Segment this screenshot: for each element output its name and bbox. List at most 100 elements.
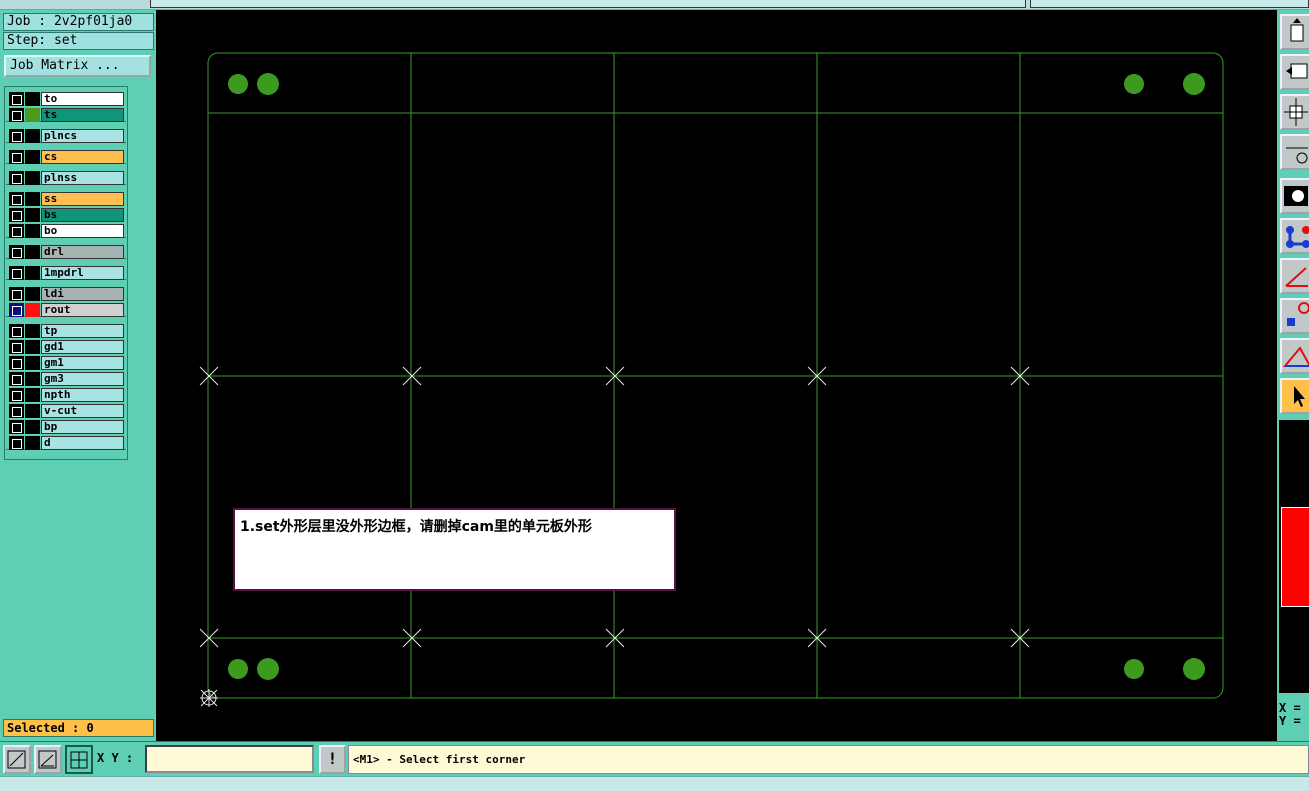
top-view-tool[interactable] (1280, 14, 1309, 50)
layer-color-swatch[interactable] (25, 388, 40, 402)
layer-checkbox[interactable] (9, 192, 24, 206)
layer-row-bp[interactable]: bp (8, 419, 126, 434)
layer-checkbox[interactable] (9, 92, 24, 106)
layer-row-v-cut[interactable]: v-cut (8, 403, 126, 418)
layer-name[interactable]: ldi (41, 287, 124, 301)
select-feature-tool[interactable] (1280, 178, 1309, 214)
layer-checkbox[interactable] (9, 150, 24, 164)
layer-name[interactable]: gm3 (41, 372, 124, 386)
layer-checkbox[interactable] (9, 245, 24, 259)
mini-map[interactable] (1277, 420, 1309, 693)
xy-input[interactable] (145, 745, 314, 773)
layer-color-swatch[interactable] (25, 171, 40, 185)
pointer-tool[interactable] (1280, 378, 1309, 414)
layer-name[interactable]: d (41, 436, 124, 450)
zoom-diagonal-button[interactable] (3, 745, 31, 774)
layer-checkbox[interactable] (9, 287, 24, 301)
layer-color-swatch[interactable] (25, 303, 40, 317)
layer-color-swatch[interactable] (25, 356, 40, 370)
layer-row-tp[interactable]: tp (8, 323, 126, 338)
layer-color-swatch[interactable] (25, 224, 40, 238)
layer-name[interactable]: rout (41, 303, 124, 317)
layer-color-swatch[interactable] (25, 192, 40, 206)
layer-row-1mpdrl[interactable]: 1mpdrl (8, 265, 126, 280)
layer-row-npth[interactable]: npth (8, 387, 126, 402)
layer-row-ss[interactable]: ss (8, 191, 126, 206)
layer-row-bo[interactable]: bo (8, 223, 126, 238)
layer-checkbox[interactable] (9, 224, 24, 238)
layer-checkbox[interactable] (9, 324, 24, 338)
layer-row-bs[interactable]: bs (8, 207, 126, 222)
layer-color-swatch[interactable] (25, 266, 40, 280)
layer-checkbox[interactable] (9, 129, 24, 143)
job-matrix-button[interactable]: Job Matrix ... (4, 55, 151, 77)
layer-color-swatch[interactable] (25, 150, 40, 164)
layer-checkbox[interactable] (9, 266, 24, 280)
layer-row-plncs[interactable]: plncs (8, 128, 126, 143)
layer-checkbox[interactable] (9, 208, 24, 222)
layer-checkbox[interactable] (9, 420, 24, 434)
layer-row-drl[interactable]: drl (8, 244, 126, 259)
layer-row-rout[interactable]: rout (8, 302, 126, 317)
layer-row-cs[interactable]: cs (8, 149, 126, 164)
move-tool[interactable] (1280, 298, 1309, 334)
layer-checkbox[interactable] (9, 372, 24, 386)
pan-left-tool[interactable] (1280, 54, 1309, 90)
layer-row-d[interactable]: d (8, 435, 126, 450)
net-tool[interactable] (1280, 218, 1309, 254)
layer-color-swatch[interactable] (25, 208, 40, 222)
layer-checkbox[interactable] (9, 436, 24, 450)
layer-checkbox[interactable] (9, 404, 24, 418)
layer-color-swatch[interactable] (25, 436, 40, 450)
layer-name[interactable]: bs (41, 208, 124, 222)
layer-row-gm1[interactable]: gm1 (8, 355, 126, 370)
measure-tool[interactable] (1280, 134, 1309, 170)
layer-name[interactable]: plnss (41, 171, 124, 185)
layer-color-swatch[interactable] (25, 404, 40, 418)
layer-row-ldi[interactable]: ldi (8, 286, 126, 301)
layer-color-swatch[interactable] (25, 245, 40, 259)
grid-snap-button[interactable] (65, 745, 93, 774)
layer-row-gd1[interactable]: gd1 (8, 339, 126, 354)
layer-name[interactable]: tp (41, 324, 124, 338)
layer-checkbox[interactable] (9, 388, 24, 402)
layer-name[interactable]: gd1 (41, 340, 124, 354)
layer-name[interactable]: bo (41, 224, 124, 238)
layer-color-swatch[interactable] (25, 287, 40, 301)
layer-color-swatch[interactable] (25, 420, 40, 434)
layer-name[interactable]: ts (41, 108, 124, 122)
layer-name[interactable]: bp (41, 420, 124, 434)
angle-tool[interactable] (1280, 338, 1309, 374)
snap-angle-button[interactable] (34, 745, 62, 774)
line-tool[interactable] (1280, 258, 1309, 294)
layer-row-gm3[interactable]: gm3 (8, 371, 126, 386)
layer-color-swatch[interactable] (25, 108, 40, 122)
layer-row-to[interactable]: to (8, 91, 126, 106)
layer-name[interactable]: plncs (41, 129, 124, 143)
layer-name[interactable]: v-cut (41, 404, 124, 418)
layer-checkbox[interactable] (9, 356, 24, 370)
fit-view-tool[interactable] (1280, 94, 1309, 130)
layer-color-swatch[interactable] (25, 372, 40, 386)
layer-name[interactable]: npth (41, 388, 124, 402)
graphic-canvas[interactable] (156, 10, 1277, 741)
layer-name[interactable]: ss (41, 192, 124, 206)
layer-checkbox[interactable] (9, 171, 24, 185)
layer-checkbox[interactable] (9, 340, 24, 354)
layer-name[interactable]: to (41, 92, 124, 106)
warning-button[interactable]: ! (319, 745, 346, 774)
layer-color-swatch[interactable] (25, 129, 40, 143)
layer-row-ts[interactable]: ts (8, 107, 126, 122)
layer-checkbox[interactable] (9, 303, 24, 317)
layer-name[interactable]: gm1 (41, 356, 124, 370)
layer-checkbox[interactable] (9, 108, 24, 122)
mini-map-viewport[interactable] (1281, 507, 1309, 607)
layer-color-swatch[interactable] (25, 92, 40, 106)
layer-color-swatch[interactable] (25, 340, 40, 354)
layer-row-plnss[interactable]: plnss (8, 170, 126, 185)
layer-name[interactable]: cs (41, 150, 124, 164)
layer-name[interactable]: drl (41, 245, 124, 259)
step-name: Step: set (3, 32, 154, 50)
layer-name[interactable]: 1mpdrl (41, 266, 124, 280)
layer-color-swatch[interactable] (25, 324, 40, 338)
